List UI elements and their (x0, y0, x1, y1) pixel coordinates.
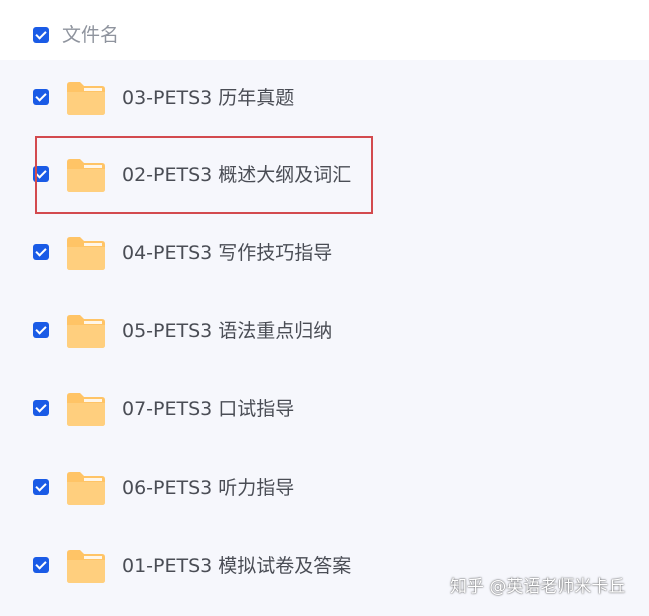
row-checkbox[interactable] (33, 557, 49, 573)
row-checkbox[interactable] (33, 322, 49, 338)
folder-icon (67, 237, 105, 270)
file-row[interactable]: 04-PETS3 写作技巧指导 (0, 215, 649, 293)
folder-icon (67, 393, 105, 426)
watermark: 知乎 @英语老师米卡丘 (450, 577, 626, 597)
folder-icon (67, 315, 105, 348)
folder-name[interactable]: 01-PETS3 模拟试卷及答案 (122, 554, 351, 578)
file-list-panel: 文件名 03-PETS3 历年真题 02-PETS3 概述大纲及词汇 04-PE… (0, 0, 649, 616)
file-list-header: 文件名 (0, 0, 649, 60)
folder-icon (67, 82, 105, 115)
file-row[interactable]: 03-PETS3 历年真题 (0, 60, 649, 138)
folder-name[interactable]: 04-PETS3 写作技巧指导 (122, 241, 332, 265)
row-checkbox[interactable] (33, 400, 49, 416)
row-checkbox[interactable] (33, 244, 49, 260)
select-all-checkbox[interactable] (33, 27, 49, 43)
file-row[interactable]: 05-PETS3 语法重点归纳 (0, 293, 649, 371)
folder-icon (67, 472, 105, 505)
filename-column-header[interactable]: 文件名 (62, 23, 119, 47)
row-checkbox[interactable] (33, 89, 49, 105)
folder-name[interactable]: 07-PETS3 口试指导 (122, 397, 294, 421)
folder-icon (67, 550, 105, 583)
row-checkbox[interactable] (33, 479, 49, 495)
file-row[interactable]: 06-PETS3 听力指导 (0, 450, 649, 528)
folder-name[interactable]: 06-PETS3 听力指导 (122, 476, 294, 500)
folder-name[interactable]: 05-PETS3 语法重点归纳 (122, 319, 332, 343)
folder-name[interactable]: 03-PETS3 历年真题 (122, 86, 294, 110)
highlight-annotation-box (35, 136, 373, 214)
file-row[interactable]: 07-PETS3 口试指导 (0, 371, 649, 449)
